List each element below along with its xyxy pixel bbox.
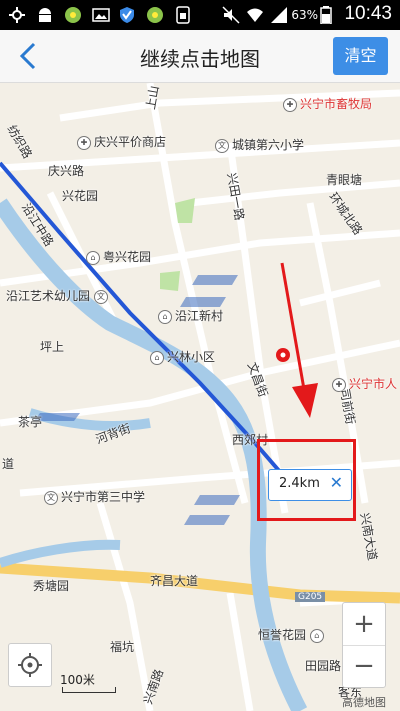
android-icon [39, 8, 51, 22]
poi-icon: ⌂ [309, 628, 324, 643]
signal-icon [271, 7, 287, 23]
map-label: ✚ 庆兴平价商店 [77, 133, 166, 150]
map-label-text: 恒誉花园 [258, 628, 307, 642]
status-bar: 63% 10:43 [0, 0, 400, 30]
map-label-text: 兴宁市第三中学 [61, 490, 146, 504]
app-icon [65, 7, 81, 23]
map-label: 文兴宁市第三中学 [44, 488, 145, 505]
map-pin-center [280, 352, 286, 358]
poi-icon: 文 [44, 490, 58, 505]
wifi-icon [247, 8, 263, 22]
map-label: 道 [2, 457, 15, 471]
poi-icon: ⌂ [158, 309, 172, 324]
scale-bar [62, 687, 116, 693]
map-label: 青眼塘 [326, 173, 363, 187]
sim-icon [176, 6, 190, 24]
map-label-text: 粤兴花园 [103, 250, 152, 264]
clear-button[interactable]: 清空 [333, 37, 388, 75]
park-area [160, 271, 180, 291]
usb-icon [9, 7, 25, 23]
map-label: ⌂ 粤兴花园 [86, 248, 151, 265]
poi-icon: ⌂ [150, 350, 164, 365]
app-icon-2 [147, 7, 163, 23]
battery-percent: 63% [291, 8, 318, 22]
poi-icon: 文 [215, 138, 229, 153]
map-label-text: 兴宁市畜牧局 [300, 97, 373, 111]
map-label: 沿江艺术幼儿园 文 [6, 287, 111, 304]
map-label: 茶亭 [18, 415, 43, 429]
map-label: ⌂ 沿江新村 [158, 307, 223, 324]
poi-icon: ⌂ [86, 250, 100, 265]
mute-icon [222, 6, 240, 24]
poi-icon: ✚ [283, 97, 297, 112]
battery-icon [320, 6, 332, 24]
map-label: ✚ 兴宁市畜牧局 [283, 95, 372, 112]
map-label: 文城镇第六小学 [215, 136, 304, 153]
map-label: 庆兴路 [48, 164, 85, 178]
map-label: 坪上 [40, 340, 65, 354]
map-label: 齐昌大道 [150, 574, 199, 588]
locate-button[interactable] [8, 643, 52, 687]
annotation-highlight-box [257, 439, 356, 521]
map-label: ⌂ 兴林小区 [150, 348, 215, 365]
header: 继续点击地图 清空 [0, 30, 400, 83]
zoom-controls: + − [342, 602, 386, 688]
map-view[interactable]: 上山 ✚ 兴宁市畜牧局 ✚ 庆兴平价商店 文城镇第六小学 青眼塘 纺织路 庆兴路 兴… [0, 83, 400, 711]
map-label: 田园路 [305, 659, 342, 673]
map-label: 兴花园 [62, 189, 99, 203]
map-label: 福坑 [110, 640, 135, 654]
map-label-text: 沿江艺术幼儿园 [6, 289, 91, 303]
zoom-out-button[interactable]: − [343, 645, 385, 687]
map-label-text: 兴宁市人 [349, 377, 398, 391]
zoom-in-button[interactable]: + [343, 603, 385, 646]
poi-icon: ✚ [77, 135, 91, 150]
image-icon [92, 8, 110, 22]
map-label: 秀塘园 [33, 579, 70, 593]
shield-icon [120, 7, 134, 23]
map-brand: 高德地图 [342, 696, 386, 709]
highway-badge: G205 [295, 592, 326, 602]
map-label-text: 庆兴平价商店 [94, 135, 167, 149]
poi-icon: 文 [93, 289, 108, 304]
map-label-text: 城镇第六小学 [232, 138, 305, 152]
map-label-text: 沿江新村 [175, 309, 224, 323]
clock: 10:43 [344, 3, 392, 24]
map-label: 恒誉花园 ⌂ [258, 626, 327, 643]
map-label-text: 兴林小区 [167, 350, 216, 364]
scale-label: 100米 [60, 673, 95, 687]
crosshair-icon [18, 653, 42, 677]
